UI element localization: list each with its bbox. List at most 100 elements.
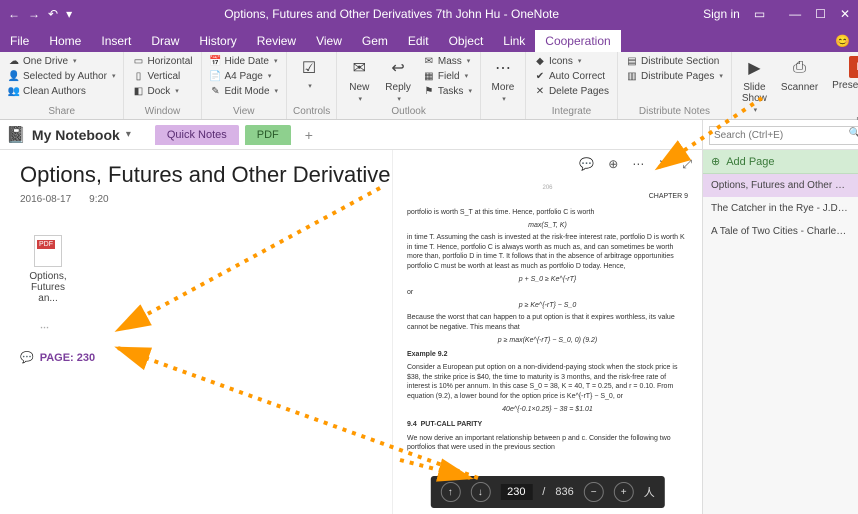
menu-gem[interactable]: Gem xyxy=(352,30,398,52)
menu-insert[interactable]: Insert xyxy=(91,30,141,52)
pdf-page-total: 836 xyxy=(555,486,573,498)
pdf-chapter: CHAPTER 9 xyxy=(407,192,688,201)
plus-icon: ⊕ xyxy=(711,155,720,168)
menu-draw[interactable]: Draw xyxy=(141,30,189,52)
notebook-title[interactable]: My Notebook xyxy=(32,127,120,143)
pdf-attachment[interactable]: Options, Futures an... xyxy=(20,235,76,304)
delete-icon: ✕ xyxy=(534,85,546,97)
window-title: Options, Futures and Other Derivatives 7… xyxy=(80,7,703,21)
flag-icon: ⚑ xyxy=(423,85,435,97)
add-section-button[interactable]: + xyxy=(297,127,321,143)
clean-authors-button[interactable]: 👥Clean Authors xyxy=(6,84,117,98)
vertical-button[interactable]: ▯Vertical xyxy=(130,69,194,83)
delete-pages-button[interactable]: ✕Delete Pages xyxy=(532,84,611,98)
feedback-icon[interactable]: 😊 xyxy=(835,34,850,52)
menu-edit[interactable]: Edit xyxy=(398,30,439,52)
section-quick-notes[interactable]: Quick Notes xyxy=(155,125,239,145)
section-pdf[interactable]: PDF xyxy=(245,125,291,145)
menu-object[interactable]: Object xyxy=(439,30,494,52)
pdf-page-up-icon[interactable]: ↑ xyxy=(440,482,460,502)
pdf-page-top: 206 xyxy=(407,184,688,192)
more-icon: ⋯ xyxy=(491,56,515,80)
page-sidebar: 🔍 ⊕ Add Page Options, Futures and Other … xyxy=(702,120,858,514)
onedrive-button[interactable]: ☁One Drive xyxy=(6,54,117,68)
menu-view[interactable]: View xyxy=(306,30,352,52)
person-icon: 👤 xyxy=(8,70,20,82)
menu-cooperation[interactable]: Cooperation xyxy=(535,30,620,52)
menu-home[interactable]: Home xyxy=(39,30,91,52)
dock-icon: ◧ xyxy=(132,85,144,97)
pdf-page-input[interactable] xyxy=(500,484,532,500)
notebook-header: 📓 My Notebook ▾ Quick Notes PDF + xyxy=(0,120,702,150)
add-page-button[interactable]: ⊕ Add Page xyxy=(703,150,858,174)
forward-icon[interactable]: → xyxy=(28,7,40,21)
mass-button[interactable]: ✉Mass xyxy=(421,54,474,68)
ribbon: ☁One Drive 👤Selected by Author 👥Clean Au… xyxy=(0,52,858,120)
title-bar: ← → ↶ ▾ Options, Futures and Other Deriv… xyxy=(0,0,858,28)
page-date: 2016-08-17 xyxy=(20,194,71,205)
controls-button[interactable]: ☑ xyxy=(293,54,325,92)
ribbon-options-icon[interactable]: ▭ xyxy=(754,7,765,21)
pdf-expand-icon[interactable]: ⤢ xyxy=(682,157,692,172)
selected-by-author-button[interactable]: 👤Selected by Author xyxy=(6,69,117,83)
auto-correct-button[interactable]: ✔Auto Correct xyxy=(532,69,611,83)
search-input[interactable] xyxy=(709,126,858,145)
page-icon: 📄 xyxy=(210,70,222,82)
notebook-icon[interactable]: 📓 xyxy=(6,125,26,145)
field-icon: ▦ xyxy=(423,70,435,82)
a4-page-button[interactable]: 📄A4 Page xyxy=(208,69,281,83)
dropdown-icon[interactable]: ▾ xyxy=(66,7,72,21)
page-time: 9:20 xyxy=(89,194,108,205)
horizontal-button[interactable]: ▭Horizontal xyxy=(130,54,194,68)
distribute-section-button[interactable]: ▤Distribute Section xyxy=(624,54,725,68)
field-button[interactable]: ▦Field xyxy=(421,69,474,83)
undo-icon[interactable]: ↶ xyxy=(48,7,58,21)
page-list-item[interactable]: The Catcher in the Rye - J.D. Salin xyxy=(703,197,858,220)
search-icon[interactable]: 🔍 xyxy=(849,128,858,139)
group-view: View xyxy=(208,106,281,119)
mail-icon: ✉ xyxy=(347,56,371,80)
menu-link[interactable]: Link xyxy=(493,30,535,52)
new-mail-button[interactable]: ✉New xyxy=(343,54,375,105)
icons-icon: ◆ xyxy=(534,55,546,67)
back-icon[interactable]: ← xyxy=(8,7,20,21)
menu-review[interactable]: Review xyxy=(247,30,306,52)
pdf-acrobat-icon[interactable]: 人 xyxy=(644,484,655,500)
slideshow-icon: ▶ xyxy=(742,56,766,80)
pdf-file-icon xyxy=(34,235,62,267)
page-list-item[interactable]: A Tale of Two Cities - Charles Dic xyxy=(703,220,858,243)
distribute-pages-icon: ▥ xyxy=(626,70,638,82)
hide-date-button[interactable]: 📅Hide Date xyxy=(208,54,281,68)
pdf-zoom-out-icon[interactable]: − xyxy=(584,482,604,502)
pdf-toolbar: ↑ ↓ / 836 − + 人 xyxy=(430,476,664,508)
distribute-pages-button[interactable]: ▥Distribute Pages xyxy=(624,69,725,83)
pdf-page-down-icon[interactable]: ↓ xyxy=(470,482,490,502)
close-icon[interactable]: ✕ xyxy=(840,7,850,21)
signin-link[interactable]: Sign in xyxy=(703,7,740,21)
attachment-label: Options, Futures an... xyxy=(20,271,76,304)
menu-file[interactable]: File xyxy=(0,30,39,52)
icons-button[interactable]: ◆Icons xyxy=(532,54,611,68)
pdf-close-icon[interactable]: ✕ xyxy=(658,157,668,171)
tasks-button[interactable]: ⚑Tasks xyxy=(421,84,474,98)
pdf-zoom-in-icon[interactable]: + xyxy=(614,482,634,502)
presentation-button[interactable]: PPresentation xyxy=(828,54,858,116)
page-list-item[interactable]: Options, Futures and Other Deriva xyxy=(703,174,858,197)
maximize-icon[interactable]: ☐ xyxy=(815,7,826,21)
notebook-dropdown-icon[interactable]: ▾ xyxy=(126,129,131,140)
edit-mode-button[interactable]: ✎Edit Mode xyxy=(208,84,281,98)
scanner-button[interactable]: ⎙Scanner xyxy=(777,54,822,116)
reply-button[interactable]: ↩Reply xyxy=(381,54,415,105)
slideshow-button[interactable]: ▶Slide Show xyxy=(738,54,771,116)
cloud-icon: ☁ xyxy=(8,55,20,67)
pdf-menu-icon[interactable]: ⋯ xyxy=(632,157,644,171)
menu-bar: File Home Insert Draw History Review Vie… xyxy=(0,28,858,52)
note-tag-icon[interactable]: 💬 xyxy=(20,351,34,364)
more-button[interactable]: ⋯More xyxy=(487,54,519,105)
dock-button[interactable]: ◧Dock xyxy=(130,84,194,98)
menu-history[interactable]: History xyxy=(189,30,246,52)
pdf-add-icon[interactable]: ⊕ xyxy=(608,157,618,171)
pdf-comment-icon[interactable]: 💬 xyxy=(579,157,594,171)
minimize-icon[interactable]: — xyxy=(789,7,801,21)
controls-icon: ☑ xyxy=(297,56,321,80)
